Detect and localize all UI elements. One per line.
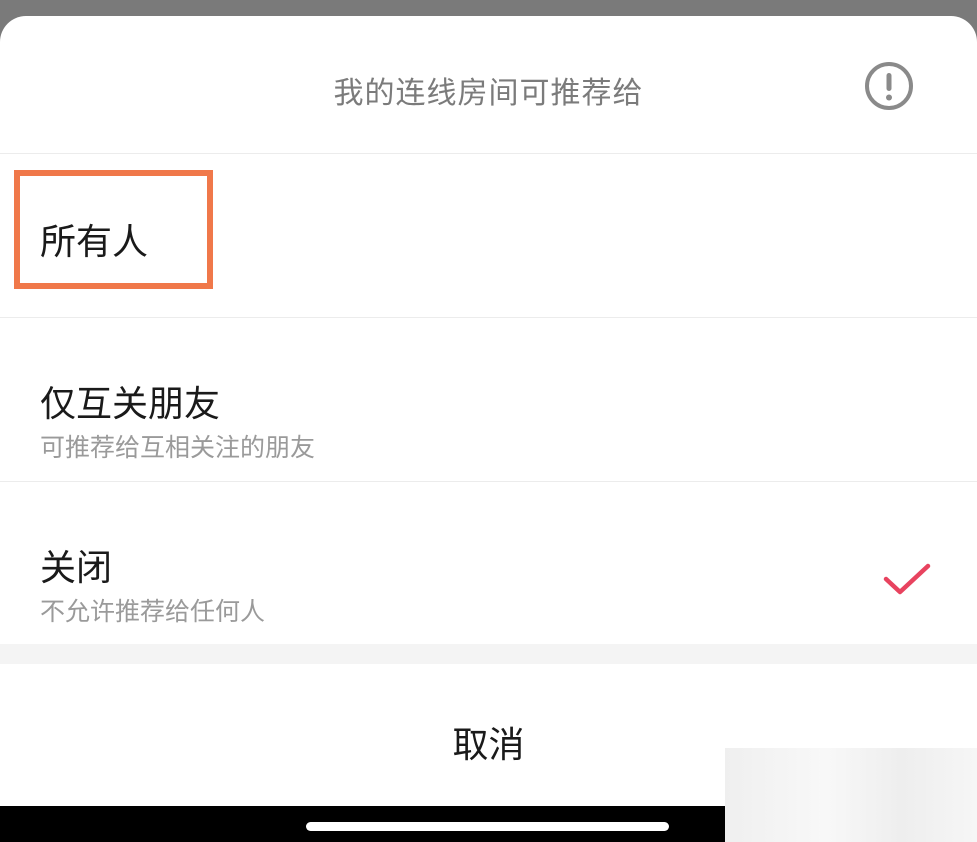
exclamation-circle-icon[interactable] <box>863 60 915 112</box>
highlight-annotation-box <box>14 170 213 289</box>
section-divider <box>0 644 977 664</box>
option-title: 仅互关朋友 <box>40 384 221 425</box>
option-mutual-friends[interactable]: 仅互关朋友 可推荐给互相关注的朋友 <box>0 318 977 482</box>
option-subtitle: 可推荐给互相关注的朋友 <box>40 433 316 462</box>
option-subtitle: 不允许推荐给任何人 <box>40 597 266 626</box>
option-title: 关闭 <box>40 548 113 589</box>
option-off[interactable]: 关闭 不允许推荐给任何人 <box>0 482 977 644</box>
sheet-title: 我的连线房间可推荐给 <box>333 76 644 111</box>
checkmark-icon <box>880 559 934 599</box>
home-indicator[interactable] <box>306 822 669 831</box>
bottom-sheet: 我的连线房间可推荐给 所有人 仅互关朋友 可推荐给互相关注的朋友 关闭 不允许推… <box>0 16 977 806</box>
sheet-header: 我的连线房间可推荐给 <box>0 16 977 154</box>
blurred-watermark-area <box>725 748 977 842</box>
